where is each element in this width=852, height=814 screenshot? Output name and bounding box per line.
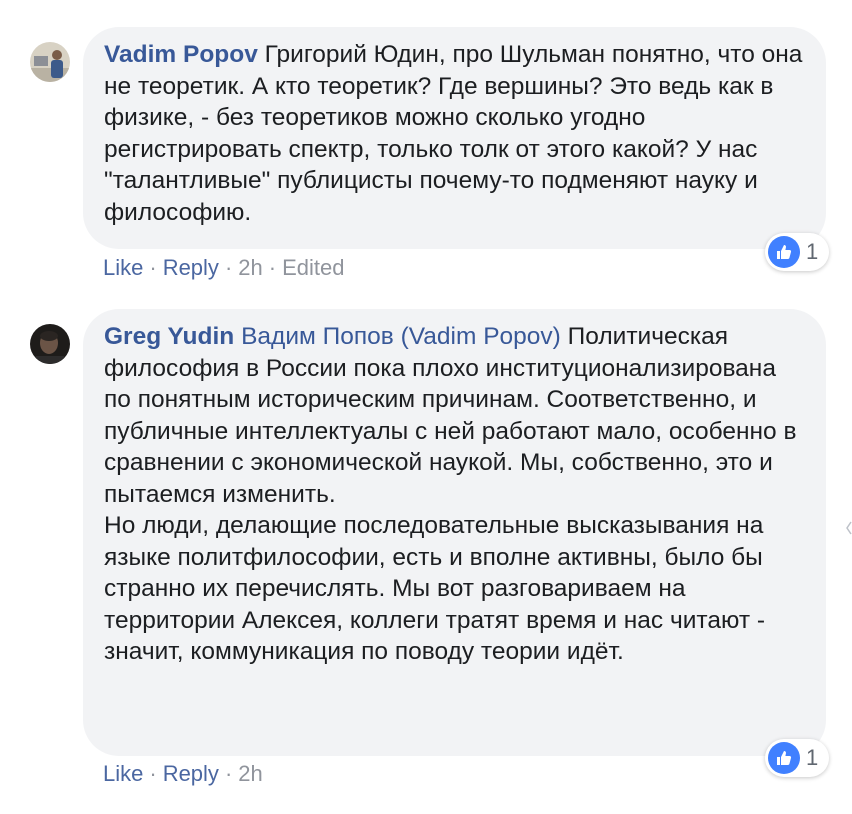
thumbs-up-icon	[768, 742, 800, 774]
reply-link[interactable]: Reply	[163, 255, 219, 280]
comment-timestamp[interactable]: 2h	[238, 255, 262, 280]
comment-author[interactable]: Greg Yudin	[104, 323, 234, 350]
separator-dot: ·	[224, 255, 233, 280]
separator-dot: ·	[268, 255, 277, 280]
reaction-count: 1	[806, 239, 819, 264]
like-link[interactable]: Like	[103, 255, 143, 280]
thumbs-up-icon	[768, 236, 800, 268]
comment-actions: Like · Reply · 2h	[103, 761, 263, 787]
comment-bubble: Vadim Popov Григорий Юдин, про Шульман п…	[83, 27, 826, 249]
scroll-indicator[interactable]	[846, 521, 852, 535]
reaction-count-badge[interactable]: 1	[765, 739, 829, 777]
avatar[interactable]	[30, 324, 70, 364]
comment-text: Но люди, делающие последовательные выска…	[104, 512, 766, 665]
comment-bubble: Greg Yudin Вадим Попов (Vadim Popov) Пол…	[83, 309, 826, 756]
reaction-count: 1	[806, 745, 819, 770]
comment-actions: Like · Reply · 2h · Edited	[103, 255, 344, 281]
separator-dot: ·	[224, 761, 233, 786]
separator-dot: ·	[149, 255, 157, 280]
avatar[interactable]	[30, 42, 70, 82]
comment-text: Политическая философия в России пока пло…	[104, 323, 797, 508]
separator-dot: ·	[149, 761, 157, 786]
reply-link[interactable]: Reply	[163, 761, 219, 786]
like-link[interactable]: Like	[103, 761, 143, 786]
reaction-count-badge[interactable]: 1	[765, 233, 829, 271]
comment-text: Григорий Юдин, про Шульман понятно, что …	[104, 41, 803, 226]
comment-timestamp[interactable]: 2h	[238, 761, 262, 786]
edited-label[interactable]: Edited	[282, 255, 344, 280]
comment-author[interactable]: Vadim Popov	[104, 41, 258, 68]
mention-link[interactable]: Вадим Попов (Vadim Popov)	[241, 323, 561, 350]
